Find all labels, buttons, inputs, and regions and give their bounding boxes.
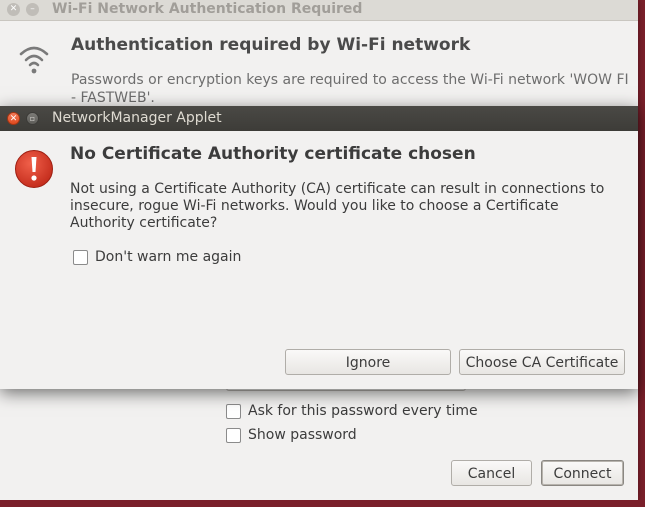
dont-warn-checkbox[interactable]: Don't warn me again — [73, 249, 241, 265]
ask-password-checkbox[interactable]: Ask for this password every time — [226, 403, 478, 419]
dialog-titlebar: ✕ ▫ NetworkManager Applet — [0, 106, 638, 131]
close-icon[interactable]: ✕ — [7, 112, 20, 125]
wifi-auth-titlebar: ✕ – Wi-Fi Network Authentication Require… — [0, 0, 638, 21]
minimize-icon[interactable]: – — [26, 3, 39, 16]
wifi-auth-heading: Authentication required by Wi-Fi network — [71, 35, 471, 55]
dont-warn-check-box[interactable] — [73, 249, 88, 265]
dialog-description: Not using a Certificate Authority (CA) c… — [70, 181, 605, 231]
close-icon[interactable]: ✕ — [7, 3, 20, 16]
desktop-background — [0, 500, 645, 507]
ask-password-check-box[interactable] — [226, 403, 241, 419]
show-password-check-box[interactable] — [226, 427, 241, 443]
show-password-checkbox[interactable]: Show password — [226, 427, 357, 443]
wifi-icon — [19, 46, 49, 74]
ignore-button[interactable]: Ignore — [285, 349, 451, 375]
wifi-auth-description: Passwords or encryption keys are require… — [71, 72, 629, 106]
wifi-auth-title: Wi-Fi Network Authentication Required — [52, 1, 363, 17]
warning-icon — [15, 150, 53, 188]
ask-password-label[interactable]: Ask for this password every time — [248, 403, 478, 419]
dont-warn-label[interactable]: Don't warn me again — [95, 249, 241, 265]
cancel-button[interactable]: Cancel — [451, 460, 532, 486]
show-password-label[interactable]: Show password — [248, 427, 357, 443]
minimize-icon[interactable]: ▫ — [26, 112, 39, 125]
choose-ca-certificate-button[interactable]: Choose CA Certificate — [459, 349, 625, 375]
connect-button[interactable]: Connect — [541, 460, 624, 486]
dialog-title: NetworkManager Applet — [52, 110, 222, 126]
dialog-heading: No Certificate Authority certificate cho… — [70, 144, 476, 164]
ca-warning-dialog: ✕ ▫ NetworkManager Applet No Certificate… — [0, 106, 638, 389]
